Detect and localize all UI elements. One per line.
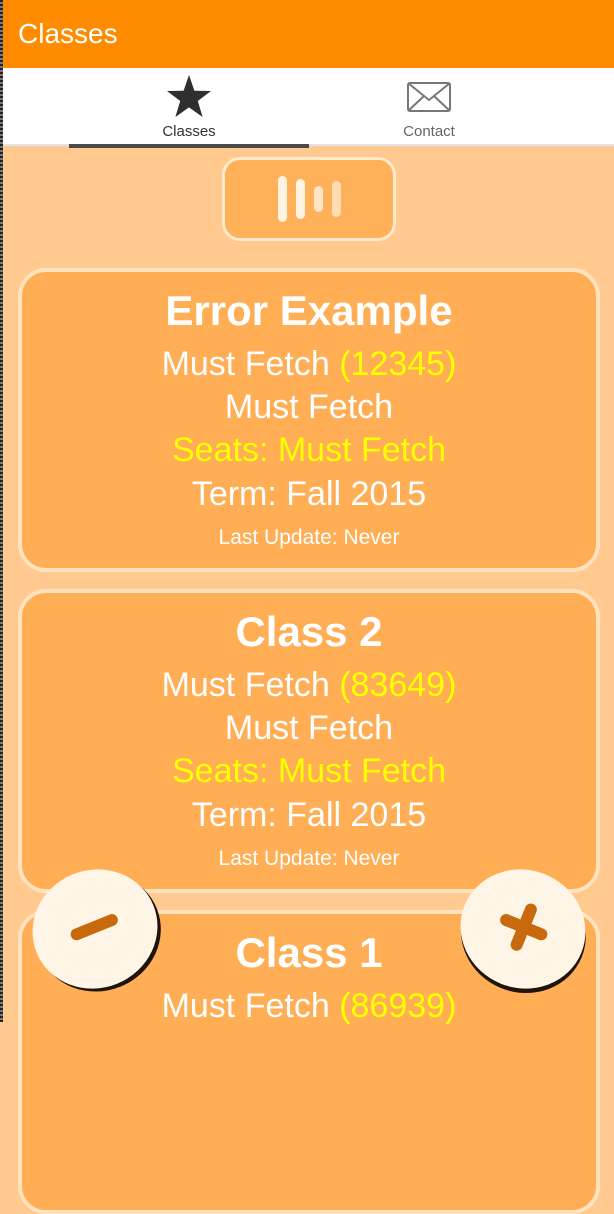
vertical-bars-icon-part: [313, 186, 323, 212]
class-name: Must Fetch: [224, 388, 394, 426]
view-toggle-button[interactable]: [222, 157, 396, 241]
class-fetch-line: Must Fetch (12345): [22, 344, 596, 384]
tab-classes[interactable]: Classes: [69, 68, 309, 148]
class-name: Must Fetch: [224, 709, 394, 747]
tab-contact[interactable]: Contact: [309, 68, 549, 146]
app-bar: Classes: [0, 0, 614, 68]
class-term: Term: Fall 2015: [191, 475, 427, 513]
tab-classes-label: Classes: [162, 123, 216, 140]
vertical-bars-icon-part: [331, 181, 341, 217]
tab-bar: Classes Contact: [0, 68, 614, 148]
minus-icon: [68, 911, 121, 946]
class-id: (86939): [339, 987, 457, 1025]
class-fetch-line: Must Fetch (83649): [22, 665, 596, 705]
class-seats: Seats: Must Fetch: [172, 752, 446, 790]
class-last-update: Last Update: Never: [218, 526, 400, 549]
class-name-prefix: Must Fetch: [161, 987, 330, 1025]
class-fetch-line: Must Fetch (86939): [22, 986, 596, 1026]
vertical-bars-icon: [277, 176, 287, 222]
class-title: Error Example: [165, 287, 453, 334]
class-name-prefix: Must Fetch: [161, 666, 330, 704]
app-title: Classes: [18, 18, 118, 49]
star-icon: [69, 74, 309, 120]
class-card[interactable]: Class 2 Must Fetch (83649) Must Fetch Se…: [18, 589, 600, 893]
window-edge: [0, 0, 3, 1022]
tab-contact-label: Contact: [403, 123, 455, 140]
class-id: (83649): [339, 666, 457, 704]
envelope-icon: [309, 74, 549, 120]
class-last-update: Last Update: Never: [218, 847, 400, 870]
vertical-bars-icon-part: [295, 179, 305, 219]
tab-selected-indicator: [69, 144, 309, 148]
plus-icon: [490, 894, 557, 964]
class-card[interactable]: Error Example Must Fetch (12345) Must Fe…: [18, 268, 600, 572]
class-name-prefix: Must Fetch: [161, 345, 330, 383]
class-seats: Seats: Must Fetch: [172, 431, 446, 469]
class-title: Class 2: [235, 608, 383, 655]
class-id: (12345): [339, 345, 457, 383]
class-term: Term: Fall 2015: [191, 796, 427, 834]
